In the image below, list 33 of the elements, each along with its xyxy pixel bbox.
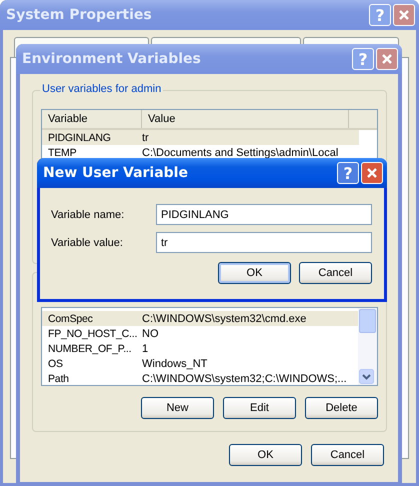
list-row[interactable]: TEMP C:\Documents and Settings\admin\Local — [42, 145, 359, 160]
dialog-button[interactable]: Delete — [305, 397, 378, 419]
close-icon — [366, 167, 378, 179]
list-row[interactable]: ComSpec C:\WINDOWS\system32\cmd.exe — [42, 311, 358, 326]
list-row[interactable]: PIDGINLANG tr — [42, 130, 359, 145]
column-header[interactable]: Variable — [42, 110, 142, 128]
chevron-down-icon[interactable] — [359, 369, 374, 384]
window-title: System Properties — [6, 7, 153, 23]
help-button[interactable]: ? — [337, 162, 359, 184]
field-label: Variable value: — [51, 236, 124, 248]
list-row[interactable]: NUMBER_OF_P... 1 — [42, 341, 358, 356]
field-label: Variable name: — [51, 208, 126, 220]
dialog-button[interactable]: OK — [218, 262, 291, 284]
dialog-button[interactable]: OK — [229, 444, 302, 466]
close-button[interactable] — [361, 162, 383, 184]
dialog-button[interactable]: New — [141, 397, 214, 419]
list-row[interactable]: Path C:\WINDOWS\system32;C:\WINDOWS;... — [42, 371, 358, 386]
close-button[interactable] — [393, 4, 415, 26]
scrollbar[interactable] — [358, 308, 377, 385]
input-field[interactable]: tr — [156, 232, 372, 253]
list-row[interactable]: FP_NO_HOST_C... NO — [42, 326, 358, 341]
dialog-button[interactable]: Edit — [223, 397, 296, 419]
input-field[interactable]: PIDGINLANG — [156, 204, 372, 225]
dialog-button[interactable]: Cancel — [311, 444, 384, 466]
close-button[interactable] — [376, 48, 398, 70]
group-label: User variables for admin — [40, 83, 164, 95]
close-icon — [381, 53, 393, 65]
dialog-button[interactable]: Cancel — [299, 262, 372, 284]
list-row[interactable]: OS Windows_NT — [42, 356, 358, 371]
dialog-title: New User Variable — [43, 165, 189, 181]
close-icon — [398, 9, 410, 21]
column-header[interactable]: Value — [142, 110, 349, 128]
dialog-title: Environment Variables — [22, 51, 202, 67]
